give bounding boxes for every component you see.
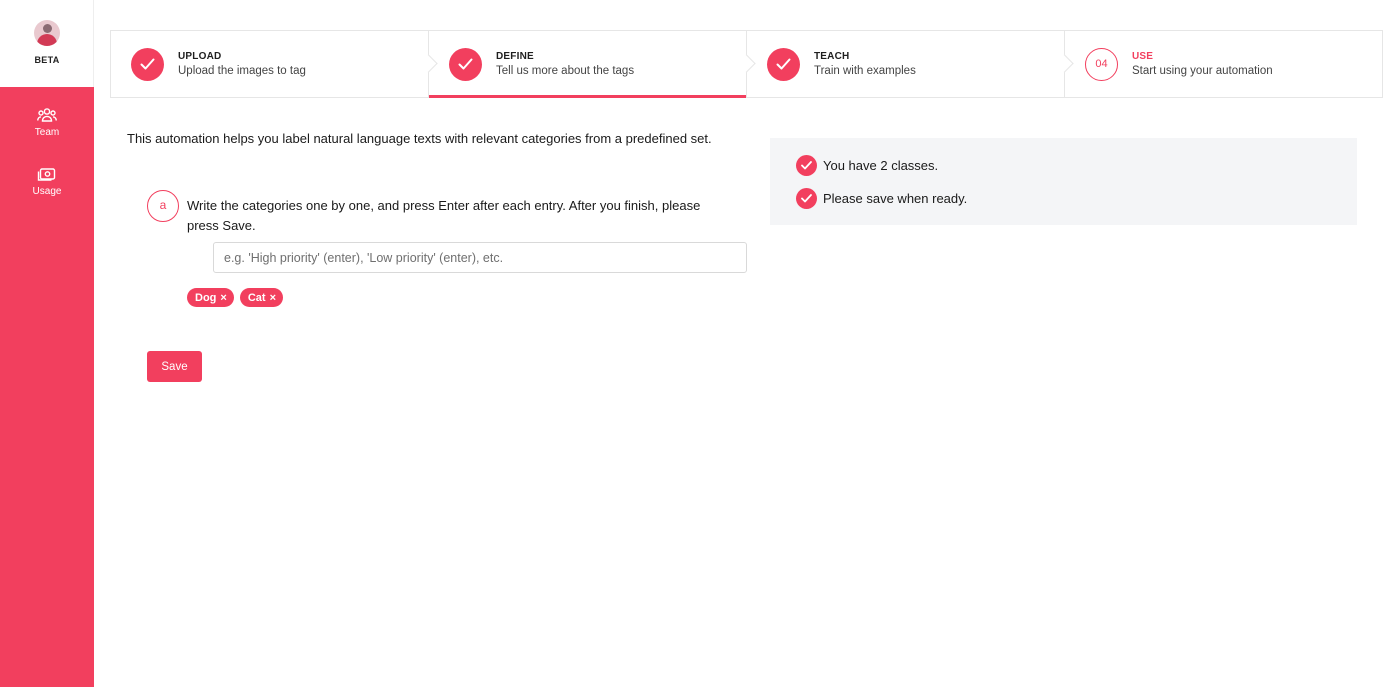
- sidebar-item-usage[interactable]: Usage: [0, 166, 94, 197]
- step-upload[interactable]: UPLOAD Upload the images to tag: [111, 31, 438, 97]
- team-icon: [0, 107, 94, 123]
- sidebar-header: BETA: [0, 0, 94, 87]
- step-number: 04: [1085, 48, 1118, 81]
- sidebar-item-label: Team: [34, 127, 60, 138]
- step-description: Train with examples: [814, 65, 916, 77]
- check-icon: [796, 154, 817, 176]
- step-use[interactable]: 04 USE Start using your automation: [1065, 31, 1382, 97]
- beta-badge: BETA: [34, 55, 60, 65]
- substep-marker: a: [147, 190, 179, 222]
- status-text: You have 2 classes.: [823, 157, 939, 173]
- remove-tag-icon[interactable]: ×: [220, 292, 226, 304]
- step-description: Start using your automation: [1132, 65, 1273, 77]
- sidebar: BETA Team Usage: [0, 0, 94, 687]
- usage-icon: [0, 166, 94, 182]
- intro-text: This automation helps you label natural …: [127, 131, 712, 146]
- sidebar-item-label: Usage: [32, 186, 62, 197]
- status-text: Please save when ready.: [823, 190, 968, 206]
- tag-list: Dog × Cat ×: [187, 288, 283, 307]
- instruction-text: Write the categories one by one, and pre…: [187, 198, 701, 233]
- remove-tag-icon[interactable]: ×: [270, 292, 276, 304]
- step-title: DEFINE: [496, 51, 534, 62]
- check-icon: [131, 48, 164, 81]
- category-input[interactable]: [213, 242, 747, 273]
- tag-label: Dog: [195, 291, 217, 304]
- status-item: Please save when ready.: [796, 187, 967, 209]
- step-title: TEACH: [814, 51, 850, 62]
- check-icon: [449, 48, 482, 81]
- step-define[interactable]: DEFINE Tell us more about the tags: [429, 31, 756, 98]
- step-teach[interactable]: TEACH Train with examples: [747, 31, 1074, 97]
- check-icon: [796, 187, 817, 209]
- step-title: UPLOAD: [178, 51, 222, 62]
- check-icon: [767, 48, 800, 81]
- sidebar-item-team[interactable]: Team: [0, 107, 94, 138]
- avatar[interactable]: [34, 20, 60, 46]
- tag-label: Cat: [247, 291, 266, 304]
- status-item: You have 2 classes.: [796, 154, 938, 176]
- progress-steps: UPLOAD Upload the images to tag DEFINE T…: [110, 30, 1383, 98]
- tag-chip: Cat ×: [239, 288, 283, 307]
- status-panel: You have 2 classes. Please save when rea…: [770, 138, 1357, 225]
- step-description: Tell us more about the tags: [496, 65, 635, 77]
- step-description: Upload the images to tag: [178, 65, 306, 77]
- save-button[interactable]: Save: [147, 351, 202, 382]
- tag-chip: Dog ×: [187, 288, 234, 307]
- step-title: USE: [1132, 51, 1154, 62]
